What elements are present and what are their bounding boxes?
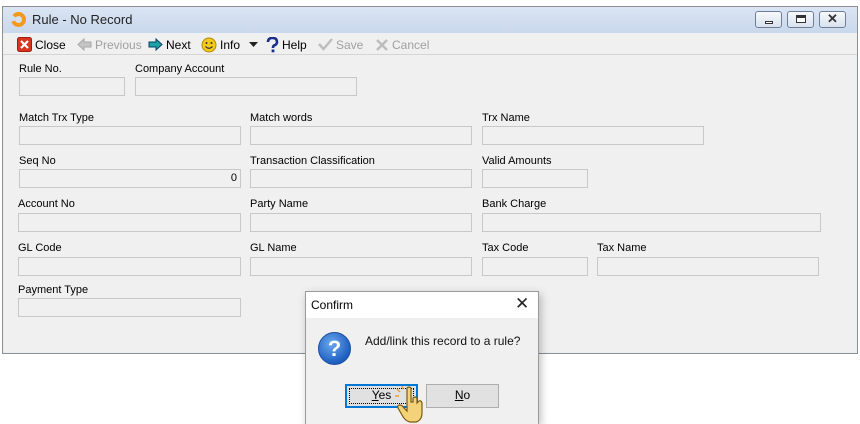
gl-code-field[interactable]: [18, 257, 241, 276]
close-icon: [17, 37, 32, 52]
arrow-right-icon: [148, 38, 163, 51]
help-label: Help: [282, 37, 307, 52]
minimize-button[interactable]: [755, 11, 782, 28]
transaction-classification-field[interactable]: [250, 169, 472, 188]
rule-no-field[interactable]: [19, 77, 125, 96]
payment-type-field[interactable]: [18, 298, 241, 317]
company-account-field[interactable]: [135, 77, 357, 96]
info-label: Info: [220, 37, 241, 52]
valid-amounts-label: Valid Amounts: [482, 155, 552, 167]
match-words-field[interactable]: [250, 126, 472, 145]
tax-name-label: Tax Name: [597, 242, 647, 254]
tax-code-label: Tax Code: [482, 242, 529, 254]
help-button[interactable]: Help: [266, 36, 307, 53]
transaction-classification-label: Transaction Classification: [250, 155, 375, 167]
seq-no-field[interactable]: 0: [19, 169, 241, 188]
trx-name-label: Trx Name: [482, 112, 530, 124]
gl-code-label: GL Code: [18, 242, 62, 254]
window-title: Rule - No Record: [32, 12, 133, 27]
valid-amounts-field[interactable]: [482, 169, 588, 188]
arrow-left-icon: [77, 38, 92, 51]
no-button[interactable]: No: [426, 384, 499, 408]
party-name-label: Party Name: [250, 198, 309, 210]
maximize-icon: [796, 15, 806, 23]
window-titlebar[interactable]: Rule - No Record ✕: [3, 7, 857, 33]
tax-name-field[interactable]: [597, 257, 819, 276]
gl-name-label: GL Name: [250, 242, 297, 254]
cancel-label: Cancel: [392, 37, 430, 52]
seq-no-label: Seq No: [19, 155, 56, 167]
chevron-down-icon: [249, 41, 258, 47]
check-icon: [318, 38, 333, 51]
help-icon: [266, 36, 279, 52]
dialog-titlebar[interactable]: Confirm ✕: [306, 292, 538, 318]
account-no-label: Account No: [18, 198, 75, 210]
close-icon: ✕: [827, 11, 838, 26]
party-name-field[interactable]: [250, 213, 472, 232]
save-label: Save: [336, 37, 364, 52]
close-button[interactable]: Close: [17, 36, 66, 53]
maximize-button[interactable]: [787, 11, 814, 28]
tax-code-field[interactable]: [482, 257, 588, 276]
next-label: Next: [166, 37, 191, 52]
question-icon: ?: [318, 332, 351, 365]
cross-icon: [376, 38, 388, 51]
rule-no-label: Rule No.: [19, 63, 62, 75]
close-label: Close: [35, 37, 66, 52]
trx-name-field[interactable]: [482, 126, 704, 145]
payment-type-label: Payment Type: [18, 284, 89, 296]
save-button[interactable]: Save: [318, 36, 363, 53]
minimize-icon: [765, 21, 773, 24]
bank-charge-label: Bank Charge: [482, 198, 547, 210]
bank-charge-field[interactable]: [482, 213, 821, 232]
match-trx-type-label: Match Trx Type: [19, 112, 94, 124]
toolbar: Close Previous Next Info Help Save Cance…: [3, 33, 857, 55]
smiley-icon: [201, 37, 217, 52]
match-words-label: Match words: [250, 112, 313, 124]
info-button[interactable]: Info: [201, 36, 240, 53]
dialog-close-icon[interactable]: ✕: [515, 295, 529, 313]
account-no-field[interactable]: [18, 213, 241, 232]
previous-label: Previous: [95, 37, 142, 52]
match-trx-type-field[interactable]: [19, 126, 241, 145]
next-button[interactable]: Next: [148, 36, 191, 53]
info-dropdown[interactable]: [249, 36, 258, 53]
dialog-message: Add/link this record to a rule?: [365, 334, 521, 348]
app-icon: [11, 12, 26, 27]
no-label: o: [463, 388, 471, 402]
previous-button[interactable]: Previous: [77, 36, 142, 53]
company-account-label: Company Account: [135, 63, 225, 75]
window-close-button[interactable]: ✕: [819, 11, 846, 28]
hand-cursor-icon: [395, 386, 423, 423]
dialog-title: Confirm: [311, 298, 354, 312]
gl-name-field[interactable]: [250, 257, 472, 276]
cancel-button[interactable]: Cancel: [375, 36, 429, 53]
